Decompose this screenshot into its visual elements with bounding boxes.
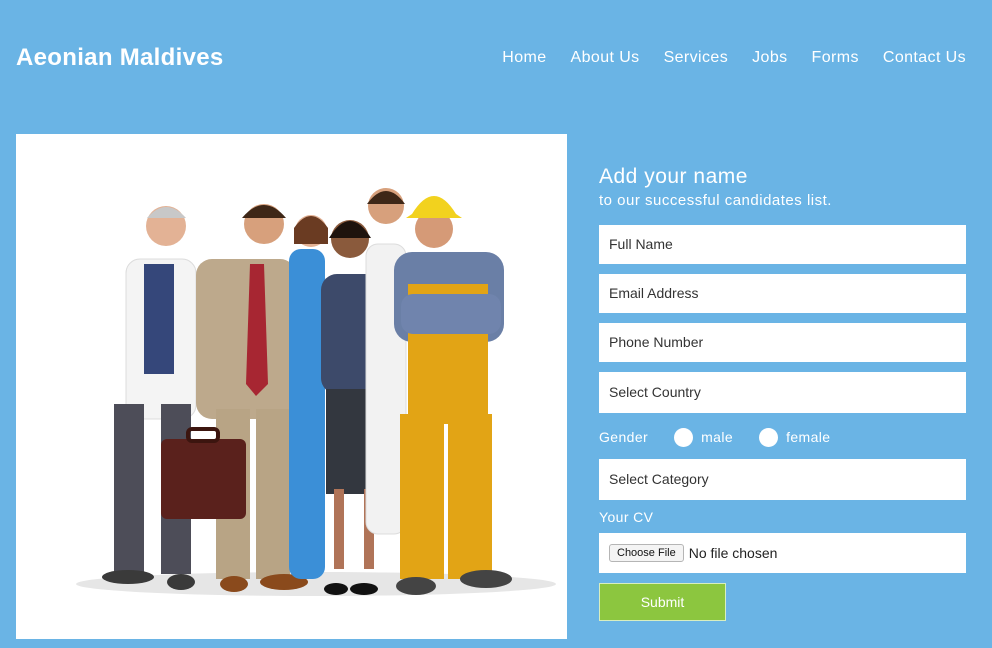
team-workers-photo	[16, 134, 567, 639]
doctor-figure	[102, 206, 197, 590]
main-nav: Home About Us Services Jobs Forms Contac…	[502, 49, 966, 67]
email-input[interactable]: Email Address	[599, 274, 966, 313]
male-radio[interactable]	[674, 427, 694, 447]
cv-label: Your CV	[599, 509, 654, 525]
nurse-figure	[289, 215, 328, 579]
candidate-form: Add your name to our successful candidat…	[599, 165, 966, 621]
nav-about-us[interactable]: About Us	[571, 49, 640, 67]
form-subheading: to our successful candidates list.	[599, 192, 832, 209]
nav-contact-us[interactable]: Contact Us	[883, 49, 966, 67]
male-label: male	[701, 429, 734, 445]
country-select[interactable]: Select Country	[599, 372, 966, 413]
full-name-input[interactable]: Full Name	[599, 225, 966, 264]
nav-services[interactable]: Services	[664, 49, 729, 67]
nav-forms[interactable]: Forms	[812, 49, 859, 67]
phone-input[interactable]: Phone Number	[599, 323, 966, 362]
worker-figure	[394, 196, 512, 595]
gender-label: Gender	[599, 429, 649, 445]
choose-file-button[interactable]: Choose File	[609, 544, 684, 562]
female-radio[interactable]	[759, 427, 779, 447]
team-illustration	[76, 188, 556, 596]
nav-jobs[interactable]: Jobs	[752, 49, 787, 67]
file-status: No file chosen	[688, 545, 778, 561]
category-select[interactable]: Select Category	[599, 459, 966, 500]
form-heading: Add your name	[599, 165, 748, 188]
submit-button[interactable]: Submit	[599, 583, 726, 621]
cv-file-input: Choose File No file chosen	[599, 533, 966, 573]
female-label: female	[786, 429, 831, 445]
site-logo-title[interactable]: Aeonian Maldives	[16, 44, 224, 72]
gender-row: Gender male female	[599, 425, 966, 449]
nav-home[interactable]: Home	[502, 49, 546, 67]
